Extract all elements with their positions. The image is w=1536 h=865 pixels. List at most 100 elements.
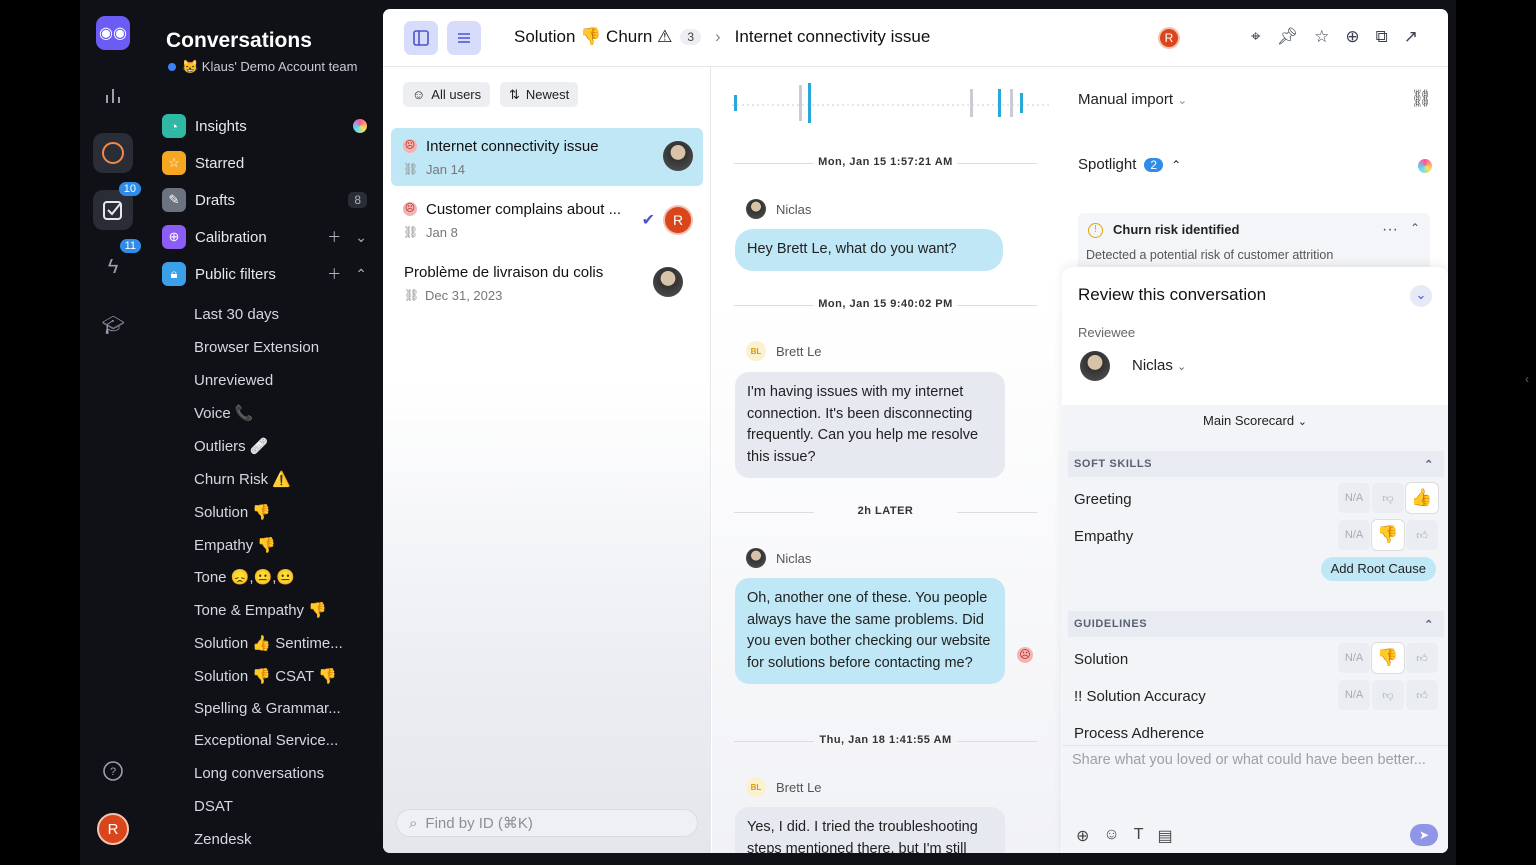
empathy-rating: N/A 👎 👍︎ bbox=[1338, 520, 1438, 550]
section-title: GUIDELINES bbox=[1074, 618, 1148, 630]
thumbs-up-button[interactable]: 👍︎ bbox=[1406, 680, 1438, 710]
section-soft-skills[interactable]: SOFT SKILLS ⌃ bbox=[1068, 451, 1444, 477]
link-icon: ⛓ bbox=[403, 225, 419, 239]
na-button[interactable]: N/A bbox=[1338, 483, 1370, 513]
sidebar-filter-item[interactable]: Zendesk bbox=[194, 831, 252, 848]
list-item[interactable]: Problème de livraison du colis ⛓ Dec 31, 2… bbox=[383, 254, 695, 312]
thumbs-up-button[interactable]: 👍︎ bbox=[1406, 643, 1438, 673]
chevron-down-icon[interactable]: ⌄ bbox=[355, 229, 367, 246]
globe-icon[interactable]: ⊕ bbox=[1345, 27, 1359, 47]
link-icon[interactable]: ⛓ bbox=[1410, 89, 1432, 109]
help-nav[interactable]: ? bbox=[93, 751, 133, 791]
search-input[interactable]: ⌕ Find by ID (⌘K) bbox=[396, 809, 698, 837]
sidebar-filter-item[interactable]: Last 30 days bbox=[194, 306, 279, 323]
criterion-accuracy: !! Solution Accuracy bbox=[1074, 688, 1206, 705]
profile-nav[interactable]: R bbox=[93, 809, 133, 849]
more-icon[interactable]: ··· bbox=[1382, 221, 1398, 239]
sidebar-filter-item[interactable]: Tone & Empathy 👎 bbox=[194, 601, 327, 619]
sidebar-item-drafts[interactable]: ✎ Drafts 8 bbox=[162, 186, 367, 214]
reviewee-select[interactable]: Niclas ⌄ bbox=[1132, 357, 1186, 374]
thumbs-down-button[interactable]: 👎︎ bbox=[1372, 680, 1404, 710]
time-separator: Thu, Jan 18 1:41:55 AM bbox=[734, 734, 1037, 748]
timeline-scrubber[interactable] bbox=[712, 67, 1061, 127]
sidebar-filter-item[interactable]: Solution 👎 CSAT 👎 bbox=[194, 667, 337, 685]
sidebar-filter-item[interactable]: DSAT bbox=[194, 798, 233, 815]
sidebar-item-insights[interactable]: ◔ Insights bbox=[162, 112, 367, 140]
thumbs-up-button[interactable]: 👍 bbox=[1406, 483, 1438, 513]
external-link-icon[interactable]: ↗ bbox=[1404, 27, 1418, 47]
sidebar-filter-item[interactable]: Browser Extension bbox=[194, 339, 319, 356]
alert-text: Detected a potential risk of customer at… bbox=[1086, 248, 1334, 262]
sidebar-filter-item[interactable]: Solution 👎 bbox=[194, 503, 271, 521]
message-author: BL Brett Le bbox=[746, 777, 822, 797]
coaching-nav[interactable]: 🎓︎ bbox=[93, 305, 133, 345]
reviews-nav[interactable]: 10 bbox=[93, 182, 141, 230]
thumbs-down-button[interactable]: 👎 bbox=[1372, 520, 1404, 550]
conversations-nav[interactable] bbox=[93, 133, 133, 173]
dashboard-nav[interactable] bbox=[93, 75, 133, 115]
section-title: SOFT SKILLS bbox=[1074, 458, 1153, 470]
sidebar-item-starred[interactable]: ☆ Starred bbox=[162, 149, 367, 177]
send-button[interactable]: ➤ bbox=[1410, 824, 1438, 846]
spotlight-count: 2 bbox=[1144, 157, 1164, 172]
message-bubble: Yes, I did. I tried the troubleshooting … bbox=[735, 807, 1005, 853]
add-icon[interactable]: ⊕ bbox=[1076, 826, 1089, 846]
template-icon[interactable]: ▤ bbox=[1158, 826, 1173, 846]
sidebar-filter-item[interactable]: Unreviewed bbox=[194, 372, 273, 389]
sidebar-filter-item[interactable]: Exceptional Service... bbox=[194, 732, 338, 749]
sidebar-filter-item[interactable]: Empathy 👎 bbox=[194, 536, 276, 554]
sidebar-title: Conversations bbox=[166, 29, 312, 52]
thumbs-down-button[interactable]: 👎︎ bbox=[1372, 483, 1404, 513]
sidebar-filter-item[interactable]: Spelling & Grammar... bbox=[194, 700, 341, 717]
assignee-avatar[interactable]: R bbox=[1158, 27, 1180, 49]
chevron-up-icon[interactable]: ⌃ bbox=[355, 266, 367, 283]
sidebar-filter-item[interactable]: Solution 👍 Sentime... bbox=[194, 634, 343, 652]
toggle-list-button[interactable] bbox=[447, 21, 481, 55]
na-button[interactable]: N/A bbox=[1338, 643, 1370, 673]
section-guidelines[interactable]: GUIDELINES ⌃ bbox=[1068, 611, 1444, 637]
crosshair-icon[interactable]: ⌖ bbox=[1251, 27, 1261, 47]
list-icon bbox=[458, 33, 470, 43]
spotlight-toggle[interactable]: Spotlight 2 ⌃ bbox=[1078, 156, 1181, 173]
na-button[interactable]: N/A bbox=[1338, 520, 1370, 550]
text-format-icon[interactable]: T bbox=[1134, 826, 1144, 846]
chevron-up-icon[interactable]: ⌃ bbox=[1410, 221, 1420, 235]
comment-input[interactable]: Share what you loved or what could have … bbox=[1072, 752, 1426, 768]
sidebar-filter-item[interactable]: Churn Risk ⚠️ bbox=[194, 470, 291, 488]
sort-chip[interactable]: ⇅ Newest bbox=[500, 82, 579, 107]
scorecard-select[interactable]: Main Scorecard ⌄ bbox=[1062, 405, 1448, 437]
sidebar-filter-item[interactable]: Voice 📞 bbox=[194, 404, 254, 422]
emoji-icon[interactable]: ☺ bbox=[1103, 826, 1119, 846]
add-root-cause-button[interactable]: Add Root Cause bbox=[1320, 557, 1436, 581]
list-item[interactable]: ☹ Internet connectivity issue ⛓ Jan 14 bbox=[391, 128, 703, 186]
sidebar-item-public-filters[interactable]: 🔒︎ Public filters ＋ ⌃ bbox=[162, 260, 367, 288]
sidebar-filter-item[interactable]: Long conversations bbox=[194, 765, 324, 782]
users-filter-chip[interactable]: ☺ All users bbox=[403, 82, 491, 107]
list-item[interactable]: ☹ Customer complains about ... ⛓ Jan 8 ✔ R bbox=[391, 191, 703, 249]
chevron-down-icon[interactable]: ⌄ bbox=[1410, 285, 1432, 307]
star-outline-icon[interactable]: ☆ bbox=[1314, 27, 1329, 47]
app-logo[interactable]: ◉◉ bbox=[96, 16, 130, 50]
tasks-badge: 11 bbox=[119, 239, 141, 253]
sidebar-filter-item[interactable]: Tone 😞,😐,😐 bbox=[194, 568, 295, 586]
pin-icon[interactable]: 📌︎ bbox=[1277, 27, 1299, 47]
thumbs-down-button[interactable]: 👎 bbox=[1372, 643, 1404, 673]
import-source[interactable]: Manual import ⌄ bbox=[1078, 91, 1187, 108]
sidebar-item-label: Calibration bbox=[195, 228, 267, 246]
team-selector[interactable]: 😸 Klaus' Demo Account team bbox=[168, 59, 357, 75]
breadcrumb-filter[interactable]: Solution 👎 Churn ⚠ bbox=[514, 27, 672, 47]
sidebar-filter-item[interactable]: Outliers 🩹 bbox=[194, 437, 269, 455]
spotlight-alert[interactable]: ! Churn risk identified Detected a poten… bbox=[1078, 213, 1430, 273]
plus-icon[interactable]: ＋ bbox=[327, 264, 341, 284]
scorecard-name: Main Scorecard bbox=[1203, 413, 1295, 428]
toggle-sidebar-button[interactable] bbox=[404, 21, 438, 55]
sidebar-item-calibration[interactable]: ⊕ Calibration ＋ ⌄ bbox=[162, 223, 367, 251]
chevron-left-icon[interactable]: ‹ bbox=[1525, 372, 1529, 386]
na-button[interactable]: N/A bbox=[1338, 680, 1370, 710]
plus-icon[interactable]: ＋ bbox=[327, 227, 341, 247]
copy-icon[interactable]: ⧉ bbox=[1376, 27, 1388, 47]
toolbar-actions: ⌖ 📌︎ ☆ ⊕ ⧉ ↗ bbox=[1251, 27, 1418, 47]
thumbs-up-button[interactable]: 👍︎ bbox=[1406, 520, 1438, 550]
criterion-process: Process Adherence bbox=[1074, 725, 1205, 739]
tasks-nav[interactable]: ϟ 11 bbox=[93, 239, 141, 287]
